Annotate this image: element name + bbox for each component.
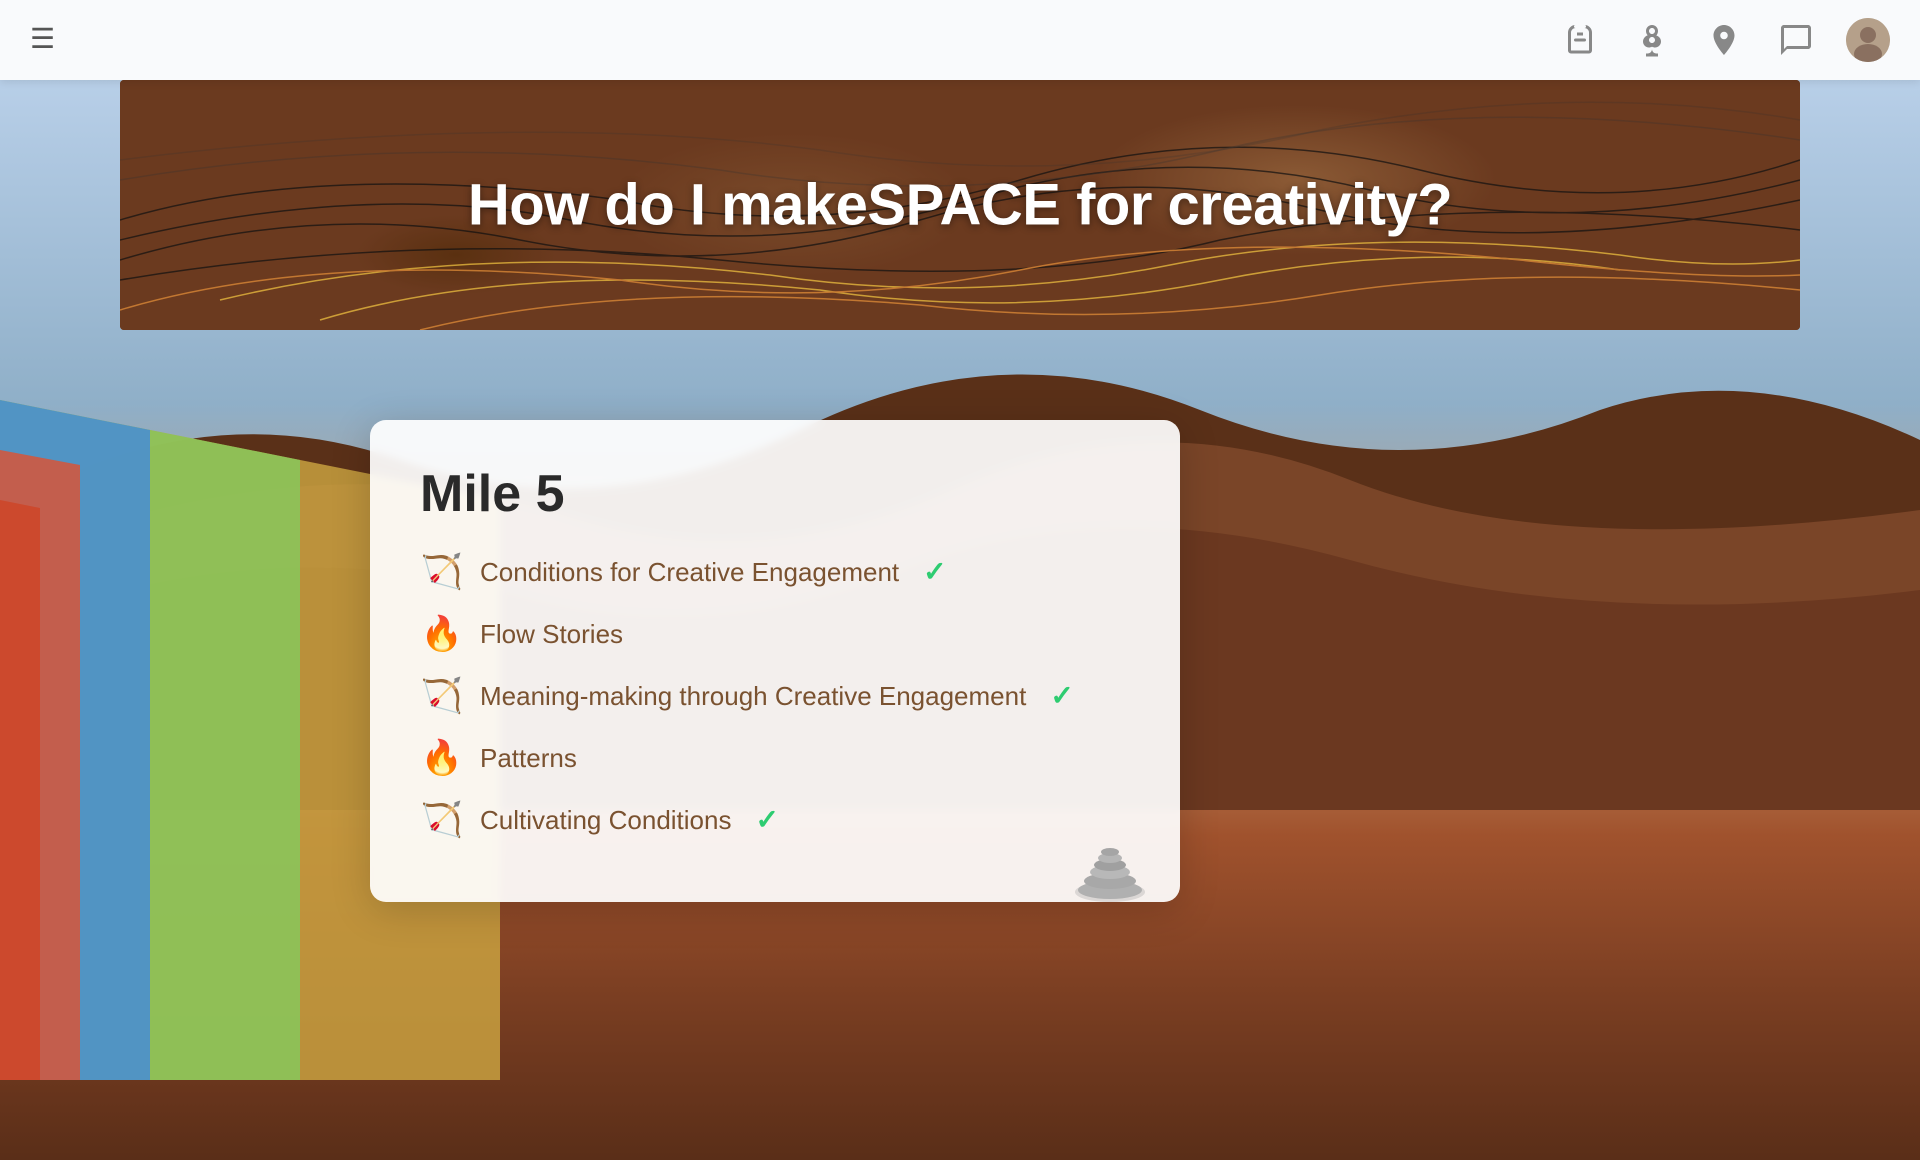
mile-title: Mile 5 xyxy=(420,464,1130,524)
list-item[interactable]: 🏹 Conditions for Creative Engagement ✓ xyxy=(420,552,1130,592)
list-item[interactable]: 🔥 Patterns xyxy=(420,738,1130,778)
check-icon: ✓ xyxy=(1050,679,1073,713)
item-label: Meaning-making through Creative Engageme… xyxy=(480,681,1026,712)
list-item[interactable]: 🏹 Meaning-making through Creative Engage… xyxy=(420,676,1130,716)
campfire-icon-2: 🔥 xyxy=(420,738,464,778)
campfire-icon: 🔥 xyxy=(420,614,464,654)
nav-icons xyxy=(1558,18,1890,62)
item-label: Conditions for Creative Engagement xyxy=(480,557,899,588)
list-item[interactable]: 🔥 Flow Stories xyxy=(420,614,1130,654)
profile-avatar[interactable] xyxy=(1846,18,1890,62)
item-label: Cultivating Conditions xyxy=(480,805,731,836)
topo-banner: How do I makeSPACE for creativity? xyxy=(120,80,1800,330)
kayak-icon-2: 🏹 xyxy=(420,676,464,716)
map-icon[interactable] xyxy=(1702,18,1746,62)
kayak-icon: 🏹 xyxy=(420,552,464,592)
backpack-icon[interactable] xyxy=(1558,18,1602,62)
flower-icon[interactable] xyxy=(1630,18,1674,62)
check-icon: ✓ xyxy=(923,555,946,589)
hamburger-menu[interactable]: ☰ xyxy=(30,26,55,54)
chat-icon[interactable] xyxy=(1774,18,1818,62)
list-item[interactable]: 🏹 Cultivating Conditions ✓ xyxy=(420,800,1130,840)
kayak-icon-3: 🏹 xyxy=(420,800,464,840)
item-label: Patterns xyxy=(480,743,577,774)
mile-card: Mile 5 🏹 Conditions for Creative Engagem… xyxy=(370,420,1180,902)
item-label: Flow Stories xyxy=(480,619,623,650)
banner-title: How do I makeSPACE for creativity? xyxy=(468,172,1452,239)
check-icon: ✓ xyxy=(755,803,778,837)
stone-stack-decoration xyxy=(1060,802,1160,902)
navbar: ☰ xyxy=(0,0,1920,80)
